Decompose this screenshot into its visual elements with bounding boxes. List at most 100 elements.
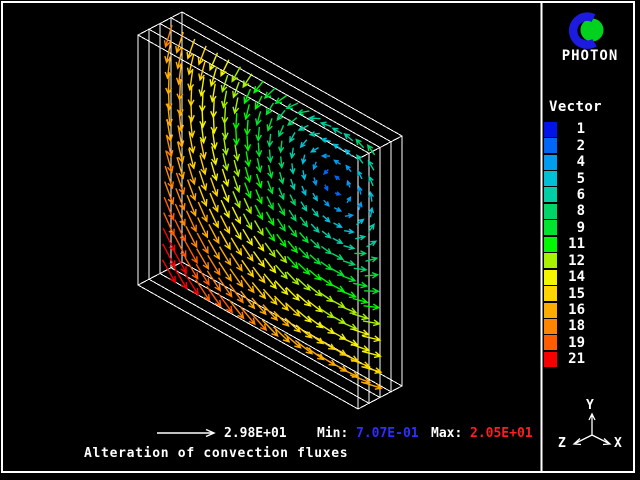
legend-entry-label: 2 (563, 138, 585, 154)
vector-arrow (290, 195, 295, 205)
vector-arrow (330, 315, 345, 323)
legend-entry-label: 15 (563, 286, 585, 302)
vector-arrow (324, 200, 329, 206)
vector-arrow (331, 284, 344, 291)
vector-arrow (358, 187, 362, 195)
vector-arrow (287, 103, 298, 108)
vector-arrow (287, 257, 297, 269)
vector-arrow (232, 222, 241, 239)
vector-arrow (279, 188, 284, 199)
vector-arrow (221, 75, 227, 91)
vector-arrow (320, 277, 332, 285)
photon-window: PHOTON Vector 12456891112141516181921 2.… (0, 0, 640, 480)
vector-arrow (335, 176, 339, 180)
vector-arrow (332, 254, 343, 260)
legend-entry-label: 1 (563, 121, 585, 137)
vector-arrow (288, 241, 297, 252)
legend-entry-label: 9 (563, 220, 585, 236)
vector-arrow (254, 252, 265, 267)
max-value: 2.05E+01 (470, 426, 533, 442)
vector-arrow (268, 181, 273, 193)
legend-entry-label: 6 (563, 187, 585, 203)
vector-arrow (267, 134, 272, 146)
legend-entry-label: 11 (563, 236, 585, 252)
legend-entry-label: 19 (563, 335, 585, 351)
vector-arrow (354, 251, 365, 256)
vector-arrow (233, 98, 239, 114)
vector-arrow (334, 160, 340, 164)
vector-arrow (266, 227, 275, 240)
legend-swatch (544, 220, 557, 235)
vector-arrow (254, 81, 263, 93)
vector-arrow (278, 203, 284, 215)
vector-arrow (300, 217, 307, 226)
vector-arrow (220, 247, 231, 265)
vector-arrow (302, 186, 306, 195)
vector-arrow (231, 238, 241, 255)
vector-arrow (222, 185, 229, 202)
vector-arrow (352, 314, 368, 320)
vector-arrow (256, 174, 262, 188)
legend-swatch (544, 270, 557, 285)
legend-entry: 5 (544, 170, 585, 186)
vector-arrow (340, 353, 358, 362)
vector-arrow (369, 208, 373, 217)
vector-arrow (255, 205, 262, 219)
vector-arrow (343, 261, 355, 266)
vector-arrow (256, 190, 262, 204)
vector-arrow (287, 272, 299, 284)
vector-arrow (351, 344, 369, 351)
legend-swatch (544, 335, 557, 350)
vector-arrow (289, 226, 297, 237)
legend-swatch (544, 122, 557, 137)
vector-arrow (256, 158, 262, 172)
vector-arrow (234, 129, 240, 145)
vector-arrow (365, 273, 378, 278)
vector-arrow (211, 115, 217, 133)
vector-arrow (344, 229, 353, 234)
legend-swatch (544, 253, 557, 268)
axis-triad-icon (574, 414, 610, 445)
vector-arrow (341, 307, 356, 314)
vector-arrow (234, 160, 240, 176)
vector-arrow (363, 320, 379, 326)
logo-ball (581, 19, 604, 42)
vector-arrow (279, 156, 284, 167)
legend-swatch (544, 204, 557, 219)
vector-arrow (352, 329, 369, 335)
legend-entry-label: 16 (563, 302, 585, 318)
vector-arrow (279, 125, 284, 136)
legend-entry: 14 (544, 269, 585, 285)
legend-entry-label: 8 (563, 203, 585, 219)
vector-arrow (268, 165, 273, 177)
vector-arrow (299, 248, 309, 258)
vector-arrow (231, 253, 242, 270)
vector-arrow (211, 99, 217, 117)
legend-swatch (544, 303, 557, 318)
vector-arrow (324, 170, 328, 174)
vector-arrow (311, 224, 319, 232)
vector-arrow (243, 74, 252, 87)
vector-arrow (289, 210, 296, 220)
legend-entry: 8 (544, 203, 585, 219)
vector-arrow (256, 111, 262, 124)
vector-arrow (369, 193, 373, 202)
vector-arrow (198, 46, 206, 64)
legend-entry: 4 (544, 154, 585, 170)
vector-arrow (301, 140, 307, 147)
vector-arrow (233, 113, 239, 129)
vector-arrow (266, 212, 273, 225)
vector-arrow (310, 116, 321, 121)
vector-arrow (219, 262, 231, 280)
vector-arrow (277, 110, 285, 120)
vector-arrow (369, 177, 373, 186)
vector-field (162, 25, 381, 389)
vector-arrow (242, 245, 252, 261)
vector-arrow (354, 267, 366, 272)
legend-entry: 9 (544, 220, 585, 236)
vector-arrow (234, 176, 240, 192)
vector-arrow (265, 88, 275, 98)
plot-title: Alteration of convection fluxes (84, 447, 348, 460)
vector-arrow (324, 185, 327, 191)
vector-arrow (210, 68, 216, 86)
